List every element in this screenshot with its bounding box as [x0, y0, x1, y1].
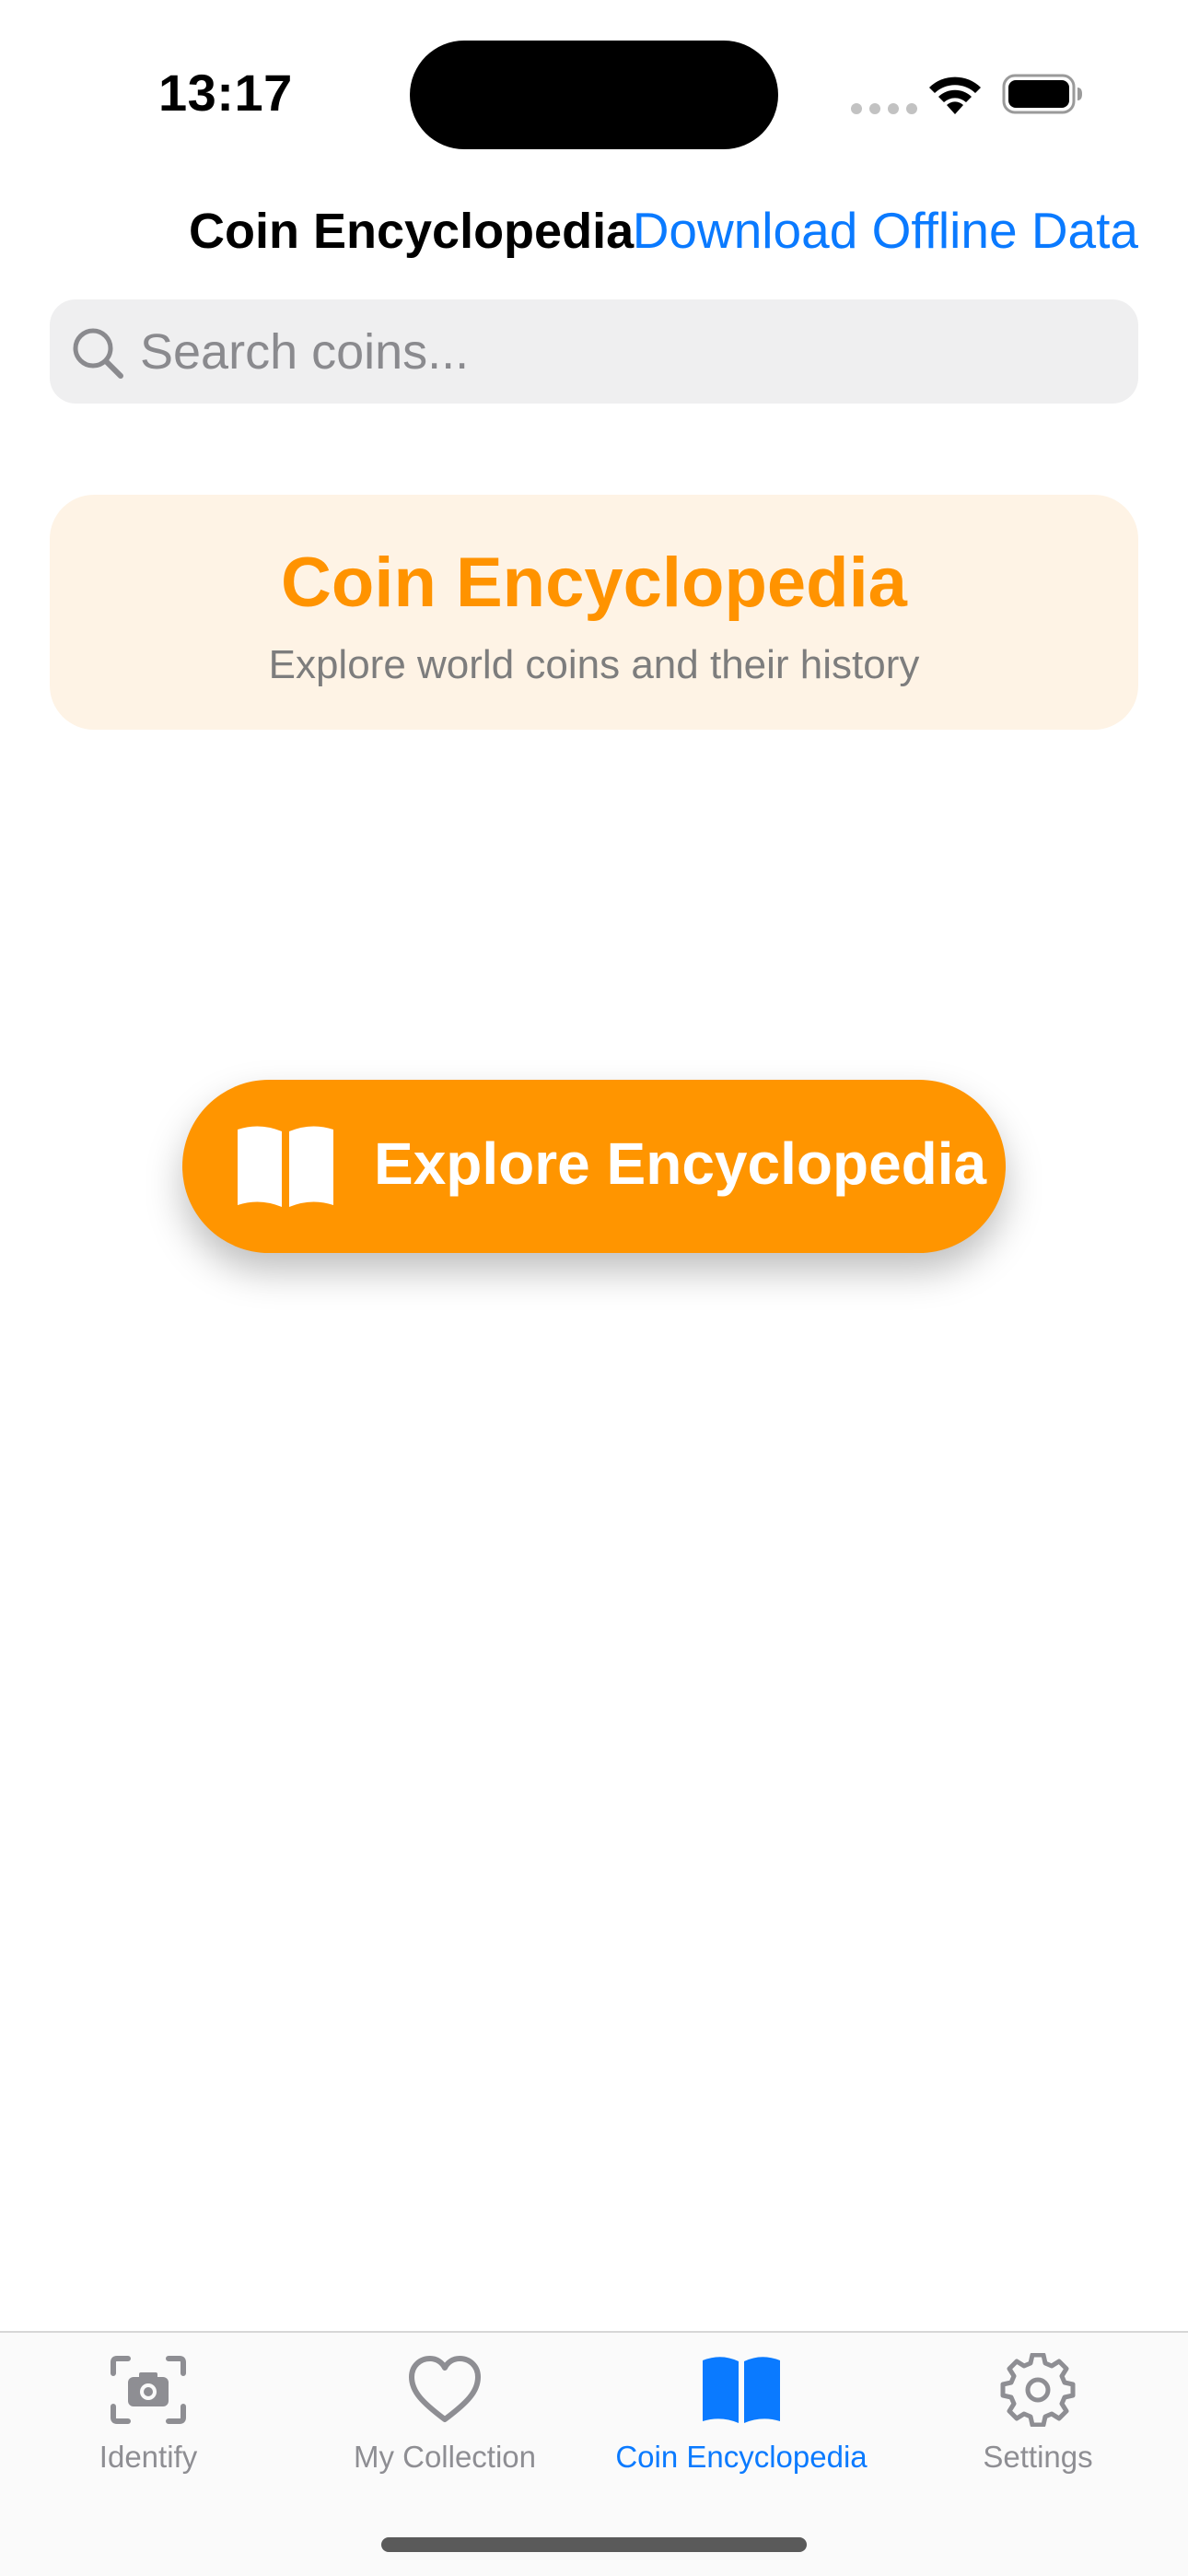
status-time: 13:17	[158, 64, 293, 122]
tab-my-collection[interactable]: My Collection	[297, 2333, 593, 2508]
explore-encyclopedia-button[interactable]: Explore Encyclopedia	[182, 1080, 1006, 1253]
home-indicator	[381, 2537, 807, 2552]
search-input[interactable]	[140, 299, 1116, 404]
search-bar[interactable]	[50, 299, 1138, 404]
search-icon	[73, 328, 123, 379]
tab-coin-encyclopedia[interactable]: Coin Encyclopedia	[593, 2333, 890, 2508]
header-card: Coin Encyclopedia Explore world coins an…	[50, 495, 1138, 730]
header-title: Coin Encyclopedia	[281, 544, 907, 622]
book-icon	[703, 2357, 780, 2423]
book-icon	[238, 1126, 333, 1207]
tab-label: Identify	[99, 2440, 198, 2474]
header-subtitle: Explore world coins and their history	[268, 642, 920, 687]
explore-encyclopedia-label: Explore Encyclopedia	[374, 1130, 987, 1197]
heart-icon	[409, 2356, 481, 2422]
tab-identify[interactable]: Identify	[0, 2333, 297, 2508]
wifi-icon	[929, 76, 981, 114]
page-title: Coin Encyclopedia	[189, 204, 635, 259]
gear-icon	[1000, 2353, 1076, 2427]
tab-label: My Collection	[353, 2440, 537, 2474]
tab-label: Settings	[983, 2440, 1093, 2474]
battery-icon	[1002, 74, 1082, 114]
cellular-signal-icon	[851, 103, 917, 114]
camera-icon	[111, 2356, 186, 2424]
tab-label: Coin Encyclopedia	[615, 2440, 868, 2474]
tab-settings[interactable]: Settings	[890, 2333, 1186, 2508]
download-offline-data-button[interactable]: Download Offline Data	[633, 201, 1138, 260]
dynamic-island	[410, 41, 778, 149]
